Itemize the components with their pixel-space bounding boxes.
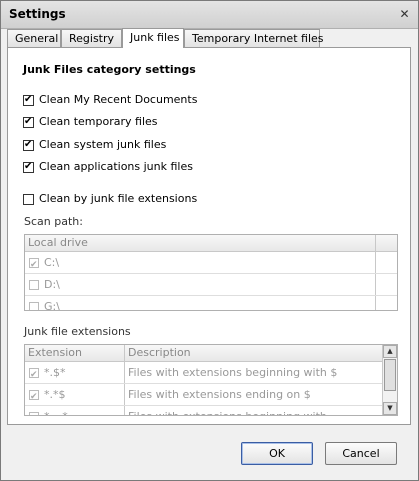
checkbox-icon[interactable] [23, 160, 34, 174]
extension-description: Files with extensions beginning with $ [128, 366, 338, 379]
table-row[interactable]: *.*$ Files with extensions ending on $ [25, 384, 397, 408]
title-bar[interactable]: Settings ✕ [1, 1, 418, 29]
drive-name: D:\ [44, 278, 60, 291]
option-clean-system-junk[interactable]: Clean system junk files [23, 138, 166, 152]
column-header-extension[interactable]: Extension [28, 345, 82, 361]
checkbox-icon[interactable] [23, 93, 34, 107]
extension-pattern: *.*$ [44, 388, 66, 401]
option-label: Clean by junk file extensions [39, 192, 198, 205]
ok-button[interactable]: OK [241, 442, 313, 465]
option-label: Clean temporary files [39, 115, 158, 128]
close-icon[interactable]: ✕ [397, 7, 412, 22]
tab-junk-files[interactable]: Junk files [122, 28, 184, 48]
window-title: Settings [9, 7, 66, 21]
checkbox-icon[interactable] [23, 138, 34, 152]
extension-description: Files with extensions ending on $ [128, 388, 311, 401]
checkbox-icon[interactable] [23, 193, 34, 205]
column-header-local-drive[interactable]: Local drive [28, 235, 88, 251]
scan-path-grid: Local drive C:\ D:\ G:\ [24, 234, 398, 311]
table-row[interactable]: C:\ [25, 252, 397, 276]
checkbox-icon[interactable] [29, 255, 39, 276]
option-label: Clean system junk files [39, 138, 167, 151]
scan-path-label: Scan path: [24, 215, 83, 228]
drive-name: G:\ [44, 300, 60, 311]
checkbox-icon[interactable] [29, 387, 39, 408]
scroll-thumb[interactable] [384, 359, 396, 391]
checkbox-icon[interactable] [29, 302, 39, 310]
option-label: Clean My Recent Documents [39, 93, 198, 106]
table-row[interactable]: *.$* Files with extensions beginning wit… [25, 362, 397, 386]
section-heading: Junk Files category settings [23, 63, 196, 76]
junk-files-panel: Junk Files category settings Clean My Re… [7, 47, 411, 425]
extension-pattern: *.$* [44, 366, 66, 379]
cancel-button[interactable]: Cancel [325, 442, 397, 465]
table-row[interactable]: *.~* Files with extensions beginning wit… [25, 406, 397, 415]
scroll-down-icon[interactable]: ▼ [383, 402, 397, 415]
table-row[interactable]: G:\ [25, 296, 397, 311]
vertical-scrollbar[interactable]: ▲ ▼ [382, 345, 397, 415]
extension-description: Files with extensions beginning with ~ [128, 406, 340, 415]
column-header-description[interactable]: Description [128, 345, 191, 361]
drive-name: C:\ [44, 256, 60, 269]
settings-window: Settings ✕ General Registry Junk files T… [0, 0, 419, 481]
grid-header: Local drive [25, 235, 397, 252]
option-clean-temporary-files[interactable]: Clean temporary files [23, 115, 158, 129]
checkbox-icon[interactable] [29, 280, 39, 290]
tab-temporary-internet-files[interactable]: Temporary Internet files [184, 29, 324, 47]
checkbox-icon[interactable] [29, 365, 39, 386]
option-clean-recent-documents[interactable]: Clean My Recent Documents [23, 93, 197, 107]
scroll-up-icon[interactable]: ▲ [383, 345, 397, 358]
grid-header: Extension Description [25, 345, 397, 362]
tab-general[interactable]: General [7, 29, 61, 47]
option-clean-by-extensions[interactable]: Clean by junk file extensions [23, 192, 197, 206]
option-label: Clean applications junk files [39, 160, 193, 173]
tab-registry[interactable]: Registry [61, 29, 122, 47]
table-row[interactable]: D:\ [25, 274, 397, 296]
extension-pattern: *.~* [44, 410, 68, 415]
checkbox-icon[interactable] [29, 409, 39, 415]
extensions-grid: Extension Description *.$* Files with ex… [24, 344, 398, 416]
junk-extensions-label: Junk file extensions [24, 325, 131, 338]
option-clean-applications-junk[interactable]: Clean applications junk files [23, 160, 193, 174]
checkbox-icon[interactable] [23, 115, 34, 129]
